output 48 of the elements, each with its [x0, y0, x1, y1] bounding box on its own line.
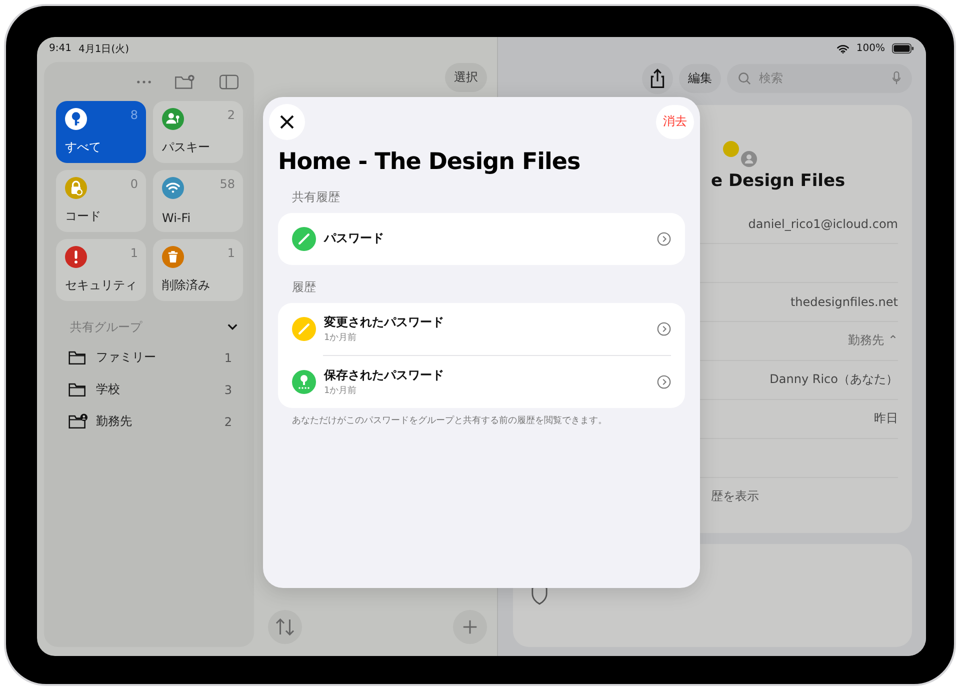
field-value: daniel_rico1@icloud.com	[748, 216, 898, 230]
category-tile[interactable]: 58 Wi-Fi	[153, 170, 243, 232]
group-item[interactable]: ファミリー 1	[56, 342, 242, 374]
section-heading: 共有履歴	[292, 188, 341, 206]
category-count: 8	[130, 108, 138, 122]
category-count: 58	[220, 176, 235, 190]
search-field[interactable]: 検索	[727, 64, 912, 92]
history-title: パスワード	[324, 230, 385, 247]
category-tile[interactable]: 2 パスキー	[153, 100, 243, 162]
category-label: コード	[65, 208, 102, 224]
status-date: 4月1日(火)	[78, 42, 129, 56]
history-time: 1か月前	[324, 384, 358, 396]
category-label: すべて	[65, 138, 102, 156]
history-link[interactable]: 歴を表示	[711, 488, 759, 505]
history-item[interactable]: 変更されたパスワード 1か月前	[292, 302, 671, 354]
category-count: 2	[227, 108, 235, 122]
category-label: Wi-Fi	[162, 210, 192, 224]
category-count: 1	[227, 246, 235, 260]
field-value: thedesignfiles.net	[790, 294, 898, 308]
field-value: Danny Rico（あなた）	[770, 371, 898, 388]
field-value: 昨日	[874, 410, 898, 427]
search-input[interactable]: 検索	[757, 70, 886, 86]
battery-percent: 100%	[856, 43, 885, 54]
detail-title: e Design Files	[710, 170, 846, 190]
category-tile[interactable]: 1 セキュリティ	[56, 238, 146, 300]
category-label: 削除済み	[162, 276, 211, 294]
history-time: 1か月前	[324, 332, 358, 344]
status-time: 9:41	[49, 43, 72, 54]
group-item[interactable]: 学校 3	[56, 374, 242, 406]
section-heading: 履歴	[292, 278, 317, 296]
group-item[interactable]: 勤務先 2	[56, 406, 242, 438]
category-label: セキュリティ	[65, 276, 138, 294]
clear-button[interactable]: 消去	[656, 104, 694, 138]
category-count: 0	[130, 176, 138, 190]
category-label: パスキー	[162, 138, 211, 156]
category-tile[interactable]: 0 コード	[56, 170, 146, 232]
history-item[interactable]: 保存されたパスワード 1か月前	[323, 354, 671, 408]
category-tile[interactable]: 1 削除済み	[153, 238, 243, 300]
history-title: 変更されたパスワード	[324, 314, 445, 330]
footnote: あなただけがこのパスワードをグループと共有する前の履歴を閲覧できます。	[292, 414, 608, 426]
category-count: 1	[130, 246, 138, 260]
section-heading: 共有グループ	[70, 318, 142, 336]
edit-button[interactable]: 編集	[679, 64, 721, 92]
history-title: 保存されたパスワード	[324, 366, 445, 384]
select-button[interactable]: 選択	[445, 62, 487, 92]
sheet-title: Home - The Design Files	[278, 148, 582, 174]
category-tile[interactable]: 8 すべて	[56, 100, 146, 162]
history-item[interactable]: パスワード	[292, 212, 671, 264]
